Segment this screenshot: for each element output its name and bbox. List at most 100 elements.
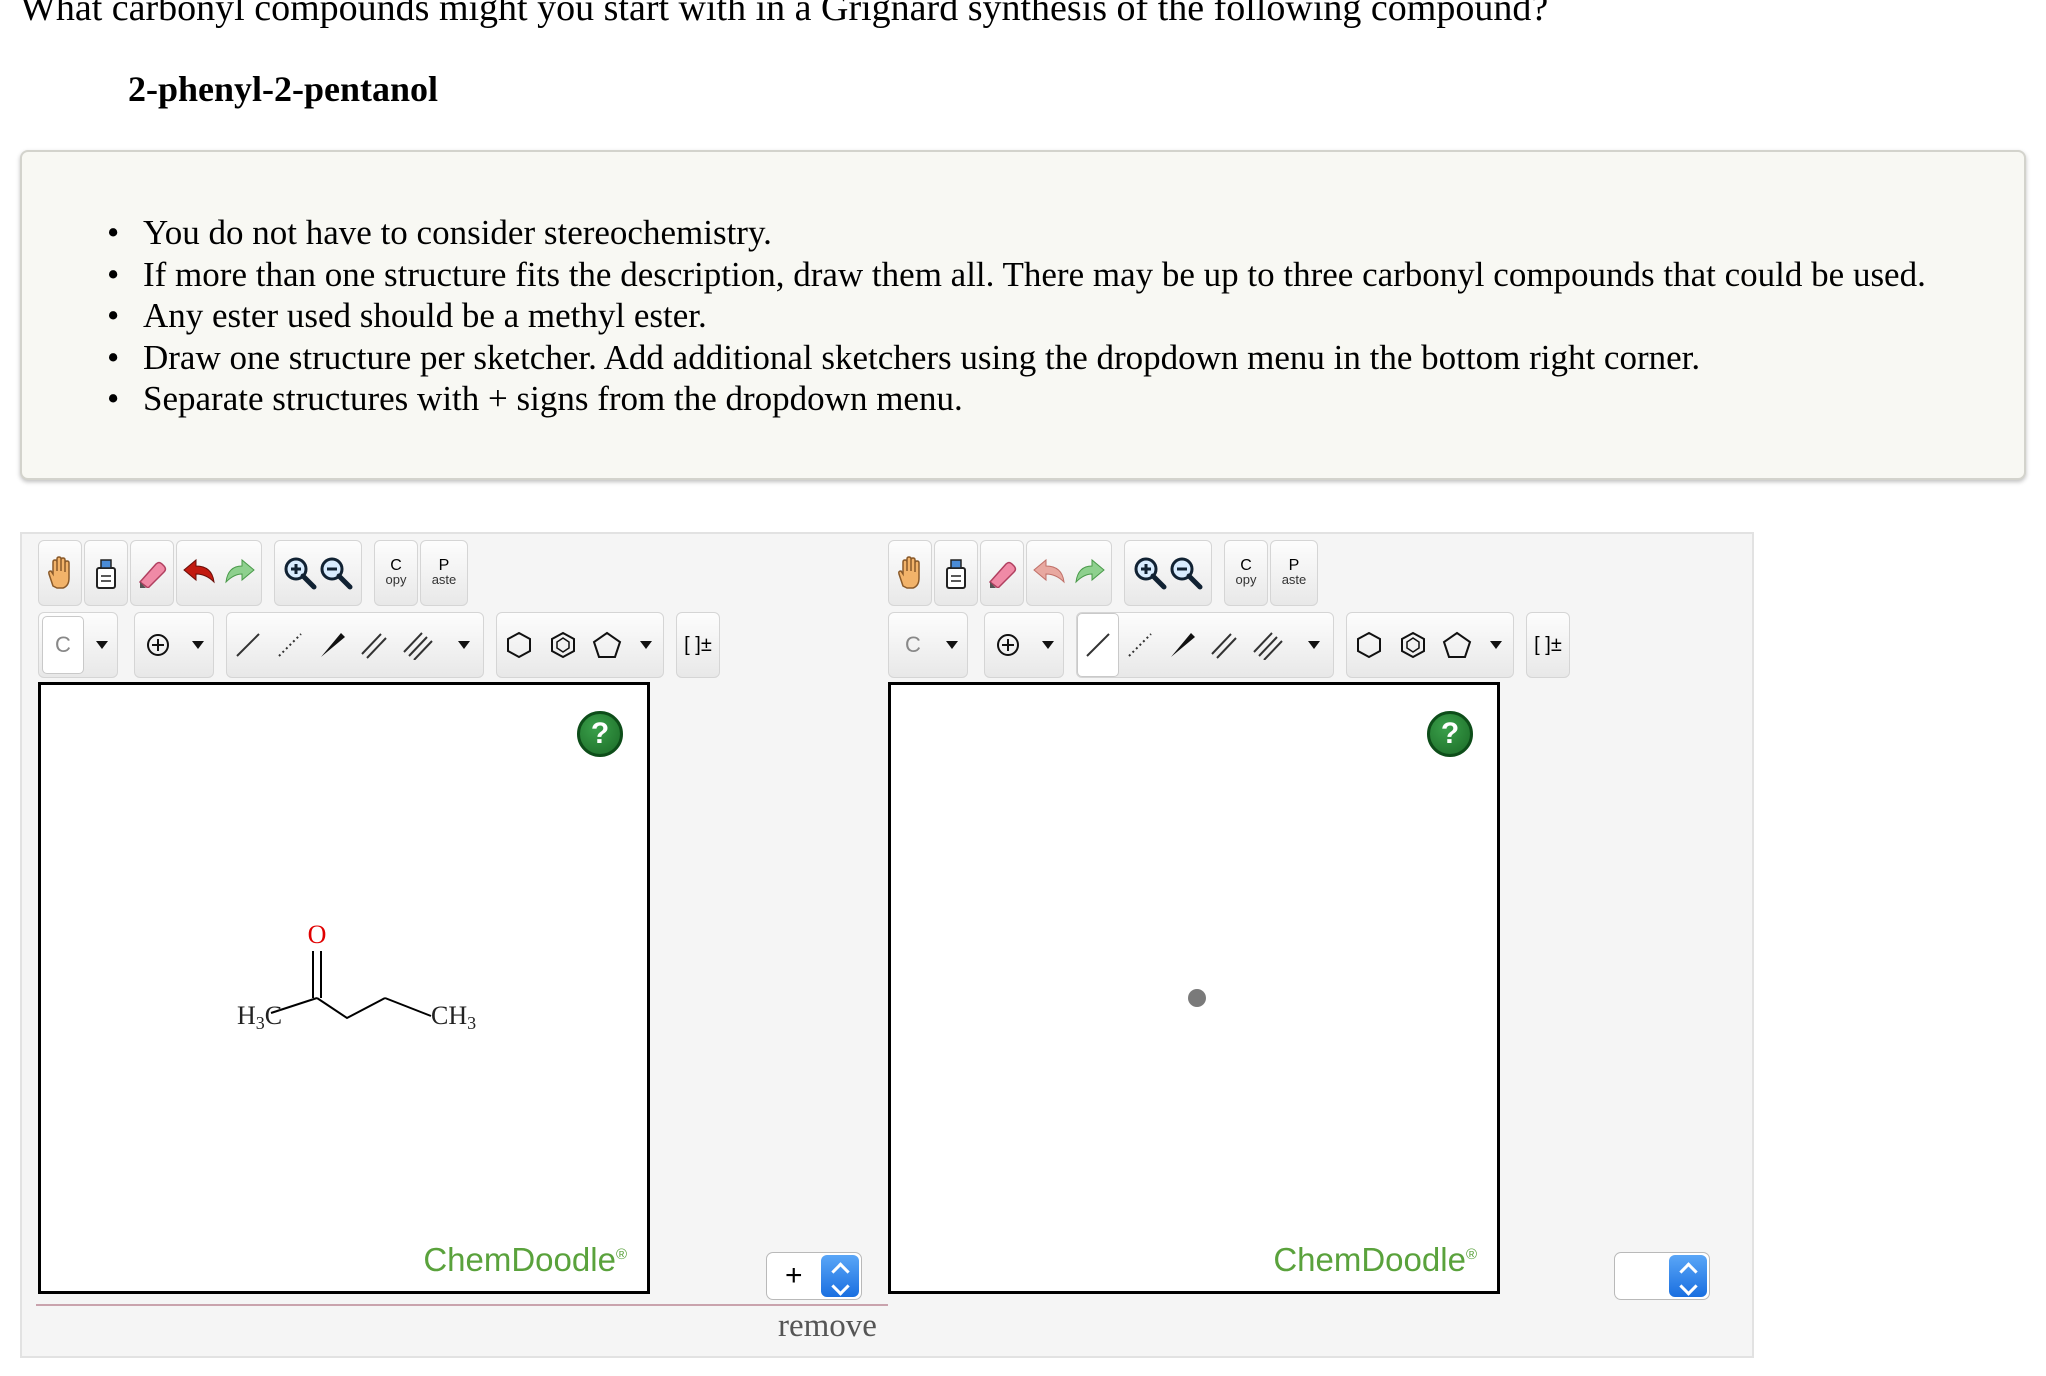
chevron-down-icon[interactable]	[87, 613, 117, 677]
bond-tools-group	[1076, 612, 1334, 678]
molecule-drawing: O H3C CH3	[237, 920, 476, 1033]
copy-label-top: C	[1240, 557, 1252, 574]
copy-label-bottom: opy	[1235, 572, 1257, 587]
atom-ch3: CH3	[431, 1001, 476, 1033]
zoom-in-icon[interactable]	[282, 555, 318, 591]
sketcher-1: C opy P aste C []± ? O H3C CH3 ChemDood…	[38, 534, 728, 1314]
copy-label-bottom: opy	[385, 572, 407, 587]
sketcher-area: C opy P aste C []± ? O H3C CH3 ChemDood…	[20, 532, 1754, 1358]
charge-group	[984, 612, 1064, 678]
instructions-box: You do not have to consider stereochemis…	[20, 150, 2026, 480]
wedge-bond-icon[interactable]	[1161, 613, 1203, 677]
paste-label-top: P	[438, 557, 450, 574]
redo-icon[interactable]	[1072, 558, 1106, 588]
cyclopentane-icon[interactable]	[1435, 613, 1479, 677]
pan-hand-icon[interactable]	[888, 540, 932, 606]
zoom-out-icon[interactable]	[318, 555, 354, 591]
divider-line	[36, 1304, 888, 1306]
chevron-down-icon[interactable]	[629, 613, 663, 677]
sketcher-canvas[interactable]: ? O H3C CH3 ChemDoodle®	[38, 682, 650, 1294]
charge-plus-icon[interactable]	[985, 613, 1031, 677]
separator-select[interactable]: +	[766, 1252, 862, 1300]
cursor-dot-icon	[1188, 989, 1206, 1007]
select-arrows-icon[interactable]	[821, 1255, 859, 1297]
dashed-bond-icon[interactable]	[269, 613, 311, 677]
cyclohexane-icon[interactable]	[1347, 613, 1391, 677]
single-bond-icon[interactable]	[1077, 613, 1119, 677]
wedge-bond-icon[interactable]	[311, 613, 353, 677]
triple-bond-icon[interactable]	[395, 613, 441, 677]
paste-label-bottom: aste	[431, 572, 457, 587]
cyclohexane-icon[interactable]	[497, 613, 541, 677]
bond	[316, 997, 386, 1020]
add-sketcher-select[interactable]	[1614, 1252, 1710, 1300]
ring-tools-group	[1346, 612, 1514, 678]
element-select[interactable]: C	[38, 612, 118, 678]
pan-hand-icon[interactable]	[38, 540, 82, 606]
zoom-out-icon[interactable]	[1168, 555, 1204, 591]
instruction-item: Draw one structure per sketcher. Add add…	[107, 337, 1926, 379]
double-bond-icon[interactable]	[353, 613, 395, 677]
clear-canvas-icon[interactable]	[84, 540, 128, 606]
paste-label-bottom: aste	[1281, 572, 1307, 587]
undo-icon[interactable]	[1032, 558, 1068, 588]
paste-label-top: P	[1288, 557, 1300, 574]
bond-tools-group	[226, 612, 484, 678]
copy-button[interactable]: C opy	[1224, 540, 1268, 606]
separator-value: +	[785, 1259, 803, 1292]
cyclopentane-icon[interactable]	[585, 613, 629, 677]
bond	[384, 997, 432, 1017]
benzene-icon[interactable]	[1391, 613, 1435, 677]
copy-label-top: C	[390, 557, 402, 574]
remove-link[interactable]: remove	[778, 1308, 877, 1345]
chemdoodle-logo: ChemDoodle®	[1273, 1241, 1477, 1278]
paste-button[interactable]: P aste	[1270, 540, 1318, 606]
element-value: C	[905, 632, 921, 657]
bracket-charge-button[interactable]: [ ]±	[1526, 612, 1570, 678]
target-compound: 2-phenyl-2-pentanol	[128, 69, 439, 109]
instruction-item: If more than one structure fits the desc…	[107, 254, 1926, 296]
clear-canvas-icon[interactable]	[934, 540, 978, 606]
eraser-icon[interactable]	[980, 540, 1024, 606]
atom-oxygen: O	[308, 920, 327, 949]
atom-h3c: H3C	[237, 1001, 282, 1033]
zoom-group	[274, 540, 362, 606]
chevron-down-icon[interactable]	[1295, 613, 1333, 677]
zoom-group	[1124, 540, 1212, 606]
ring-tools-group	[496, 612, 664, 678]
sketcher-canvas[interactable]: ? ChemDoodle®	[888, 682, 1500, 1294]
charge-plus-icon[interactable]	[135, 613, 181, 677]
element-select[interactable]: C	[888, 612, 968, 678]
copy-button[interactable]: C opy	[374, 540, 418, 606]
instruction-item: You do not have to consider stereochemis…	[107, 212, 1926, 254]
double-bond-icon[interactable]	[1203, 613, 1245, 677]
sketcher-2: C opy P aste C []± ? ChemDoodle®	[888, 534, 1578, 1314]
chemdoodle-logo: ChemDoodle®	[423, 1241, 627, 1278]
triple-bond-icon[interactable]	[1245, 613, 1291, 677]
chevron-down-icon[interactable]	[445, 613, 483, 677]
charge-group	[134, 612, 214, 678]
paste-button[interactable]: P aste	[420, 540, 468, 606]
bracket-charge-button[interactable]: [ ]±	[676, 612, 720, 678]
double-bond	[312, 951, 322, 998]
select-arrows-icon[interactable]	[1669, 1255, 1707, 1297]
undo-redo-group	[176, 540, 262, 606]
instruction-item: Any ester used should be a methyl ester.	[107, 295, 1926, 337]
chevron-down-icon[interactable]	[183, 613, 213, 677]
chevron-down-icon[interactable]	[1033, 613, 1063, 677]
undo-redo-group	[1026, 540, 1112, 606]
instruction-item: Separate structures with + signs from th…	[107, 378, 1926, 420]
element-value: C	[42, 616, 84, 674]
undo-icon[interactable]	[182, 558, 218, 588]
chevron-down-icon[interactable]	[1479, 613, 1513, 677]
single-bond-icon[interactable]	[227, 613, 269, 677]
chevron-down-icon[interactable]	[937, 613, 967, 677]
dashed-bond-icon[interactable]	[1119, 613, 1161, 677]
instructions-list: You do not have to consider stereochemis…	[107, 212, 1926, 420]
eraser-icon[interactable]	[130, 540, 174, 606]
question-text: What carbonyl compounds might you start …	[20, 0, 1549, 29]
redo-icon[interactable]	[222, 558, 256, 588]
benzene-icon[interactable]	[541, 613, 585, 677]
help-button[interactable]: ?	[1427, 711, 1473, 757]
zoom-in-icon[interactable]	[1132, 555, 1168, 591]
